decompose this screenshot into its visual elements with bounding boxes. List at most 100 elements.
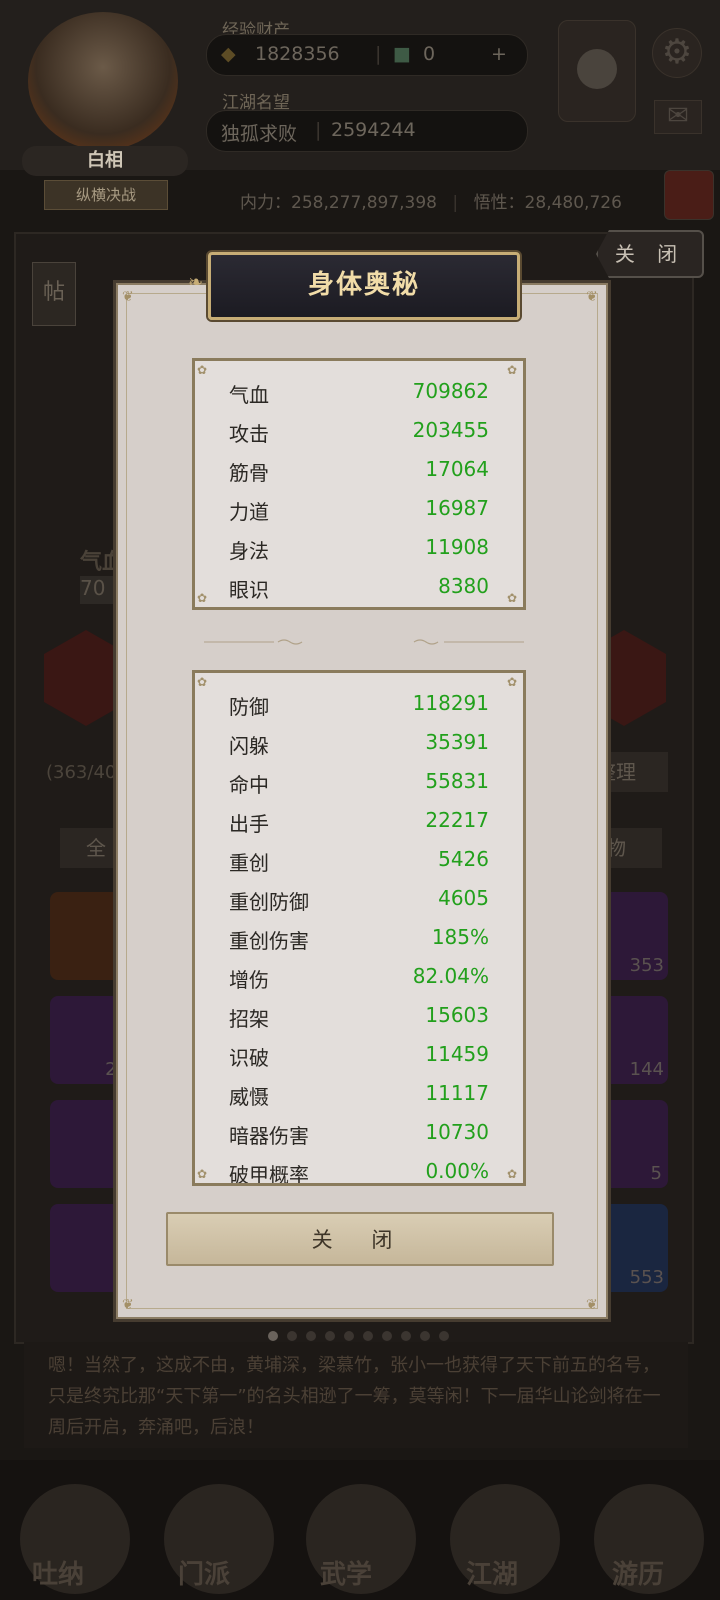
stat-label: 暗器伤害 bbox=[229, 1124, 309, 1148]
lock-button[interactable] bbox=[664, 170, 714, 220]
mail-button[interactable]: ✉ bbox=[654, 100, 702, 134]
stat-row: 招架 15603 bbox=[195, 997, 523, 1036]
stat-value: 16987 bbox=[425, 496, 489, 520]
yin-yang-button[interactable] bbox=[558, 20, 636, 122]
stat-value: 11117 bbox=[425, 1081, 489, 1105]
yin-yang-icon bbox=[577, 49, 617, 89]
player-title: 纵横决战 bbox=[44, 180, 168, 210]
corner-ornament: ✿ bbox=[507, 591, 518, 605]
story-text: 嗯！当然了，这成不由，黄埔深，梁慕竹，张小一也获得了天下前五的名号，只是终究比那… bbox=[24, 1342, 688, 1448]
internal-power: 内力：258,277,897,398 bbox=[240, 193, 438, 213]
stat-value: 82.04% bbox=[412, 964, 489, 988]
page-dot[interactable] bbox=[363, 1331, 373, 1341]
corner-ornament: ✿ bbox=[507, 363, 518, 377]
stat-value: 15603 bbox=[425, 1003, 489, 1027]
stat-label: 重创伤害 bbox=[229, 929, 309, 953]
stat-label: 识破 bbox=[229, 1046, 269, 1070]
page-dot[interactable] bbox=[268, 1331, 278, 1341]
stat-value: 10730 bbox=[425, 1120, 489, 1144]
stat-label: 出手 bbox=[229, 812, 269, 836]
stat-label: 眼识 bbox=[229, 578, 269, 602]
primary-stats-list: 气血 709862 攻击 203455 筋骨 17064 力道 16987 身法 11908 眼识 8… bbox=[195, 373, 523, 607]
stat-value: 11908 bbox=[425, 535, 489, 559]
stat-value: 5426 bbox=[438, 847, 489, 871]
stat-value: 17064 bbox=[425, 457, 489, 481]
nav-label-martial-arts: 武学 bbox=[320, 1560, 373, 1590]
stat-row: 命中 55831 bbox=[195, 763, 523, 802]
page-dot[interactable] bbox=[382, 1331, 392, 1341]
stat-label: 重创 bbox=[229, 851, 269, 875]
nav-label-jianghu: 江湖 bbox=[466, 1560, 519, 1590]
stat-label: 身法 bbox=[229, 539, 269, 563]
background-close-button[interactable]: 关 闭 bbox=[596, 230, 704, 278]
page-dot[interactable] bbox=[287, 1331, 297, 1341]
stat-label: 命中 bbox=[229, 773, 269, 797]
separator: | bbox=[375, 43, 382, 65]
fame-rank: 独孤求败 bbox=[221, 123, 298, 145]
fame-bar: 独孤求败 | 2594244 bbox=[206, 110, 528, 152]
stat-row: 暗器伤害 10730 bbox=[195, 1114, 523, 1153]
slot-count: 144 bbox=[629, 1059, 664, 1080]
stat-value: 22217 bbox=[425, 808, 489, 832]
stat-label: 增伤 bbox=[229, 968, 269, 992]
mail-icon: ✉ bbox=[667, 101, 689, 131]
stat-label: 破甲概率 bbox=[229, 1163, 309, 1186]
stat-label: 气血 bbox=[229, 383, 269, 407]
stat-value: 118291 bbox=[412, 691, 489, 715]
corner-ornament: ❦ bbox=[586, 289, 598, 305]
page-dot[interactable] bbox=[439, 1331, 449, 1341]
stat-value: 185% bbox=[431, 925, 489, 949]
page-dot[interactable] bbox=[420, 1331, 430, 1341]
dialog-close-button[interactable]: 关 闭 bbox=[166, 1212, 554, 1266]
stat-row: 攻击 203455 bbox=[195, 412, 523, 451]
add-currency-button[interactable]: + bbox=[491, 43, 507, 65]
separator: | bbox=[315, 119, 322, 141]
stat-value: 203455 bbox=[412, 418, 489, 442]
stat-label: 招架 bbox=[229, 1007, 269, 1031]
stat-row: 身法 11908 bbox=[195, 529, 523, 568]
gem-icon: ■ bbox=[393, 43, 411, 65]
page-dot[interactable] bbox=[401, 1331, 411, 1341]
stat-row: 力道 16987 bbox=[195, 490, 523, 529]
corner-ornament: ✿ bbox=[197, 675, 208, 689]
stat-label: 力道 bbox=[229, 500, 269, 524]
corner-ornament: ✿ bbox=[197, 591, 208, 605]
stat-row: 重创 5426 bbox=[195, 841, 523, 880]
stat-label: 防御 bbox=[229, 695, 269, 719]
nav-label-breathing: 吐纳 bbox=[32, 1560, 85, 1590]
corner-ornament: ✿ bbox=[197, 1167, 208, 1181]
coin-icon: ◆ bbox=[221, 43, 236, 65]
nav-label-travel: 游历 bbox=[612, 1560, 665, 1590]
stat-value: 8380 bbox=[438, 574, 489, 598]
stat-row: 增伤 82.04% bbox=[195, 958, 523, 997]
hp-value: 70 bbox=[80, 576, 120, 604]
corner-ornament: ✿ bbox=[507, 675, 518, 689]
page-dot[interactable] bbox=[325, 1331, 335, 1341]
stat-value: 709862 bbox=[412, 379, 489, 403]
stat-row: 重创伤害 185% bbox=[195, 919, 523, 958]
stat-row: 威慑 11117 bbox=[195, 1075, 523, 1114]
post-button[interactable]: 帖 bbox=[32, 262, 76, 326]
secondary-stats-list: 防御 118291 闪躲 35391 命中 55831 出手 22217 重创 5426 重创防御 4… bbox=[195, 685, 523, 1186]
slot-count: 5 bbox=[650, 1163, 662, 1184]
secondary-stats-box[interactable]: 防御 118291 闪躲 35391 命中 55831 出手 22217 重创 5426 重创防御 4… bbox=[192, 670, 526, 1186]
stat-row: 闪躲 35391 bbox=[195, 724, 523, 763]
settings-button[interactable]: ⚙ bbox=[652, 28, 702, 78]
stat-row: 眼识 8380 bbox=[195, 568, 523, 607]
corner-ornament: ❦ bbox=[122, 289, 134, 305]
dialog-title: 身体奥秘 bbox=[208, 252, 520, 320]
avatar[interactable] bbox=[28, 12, 178, 150]
stat-label: 攻击 bbox=[229, 422, 269, 446]
spirit-stat: 悟性：28,480,726 bbox=[473, 193, 622, 213]
stat-row: 破甲概率 0.00% bbox=[195, 1153, 523, 1186]
stat-value: 0.00% bbox=[425, 1159, 489, 1183]
stat-value: 11459 bbox=[425, 1042, 489, 1066]
corner-ornament: ❦ bbox=[586, 1297, 598, 1313]
stat-value: 55831 bbox=[425, 769, 489, 793]
page-dot[interactable] bbox=[344, 1331, 354, 1341]
stat-row: 出手 22217 bbox=[195, 802, 523, 841]
page-dot[interactable] bbox=[306, 1331, 316, 1341]
banner-ornament: ❧ bbox=[188, 272, 204, 293]
bag-count: (363/40 bbox=[46, 762, 117, 783]
stat-label: 闪躲 bbox=[229, 734, 269, 758]
